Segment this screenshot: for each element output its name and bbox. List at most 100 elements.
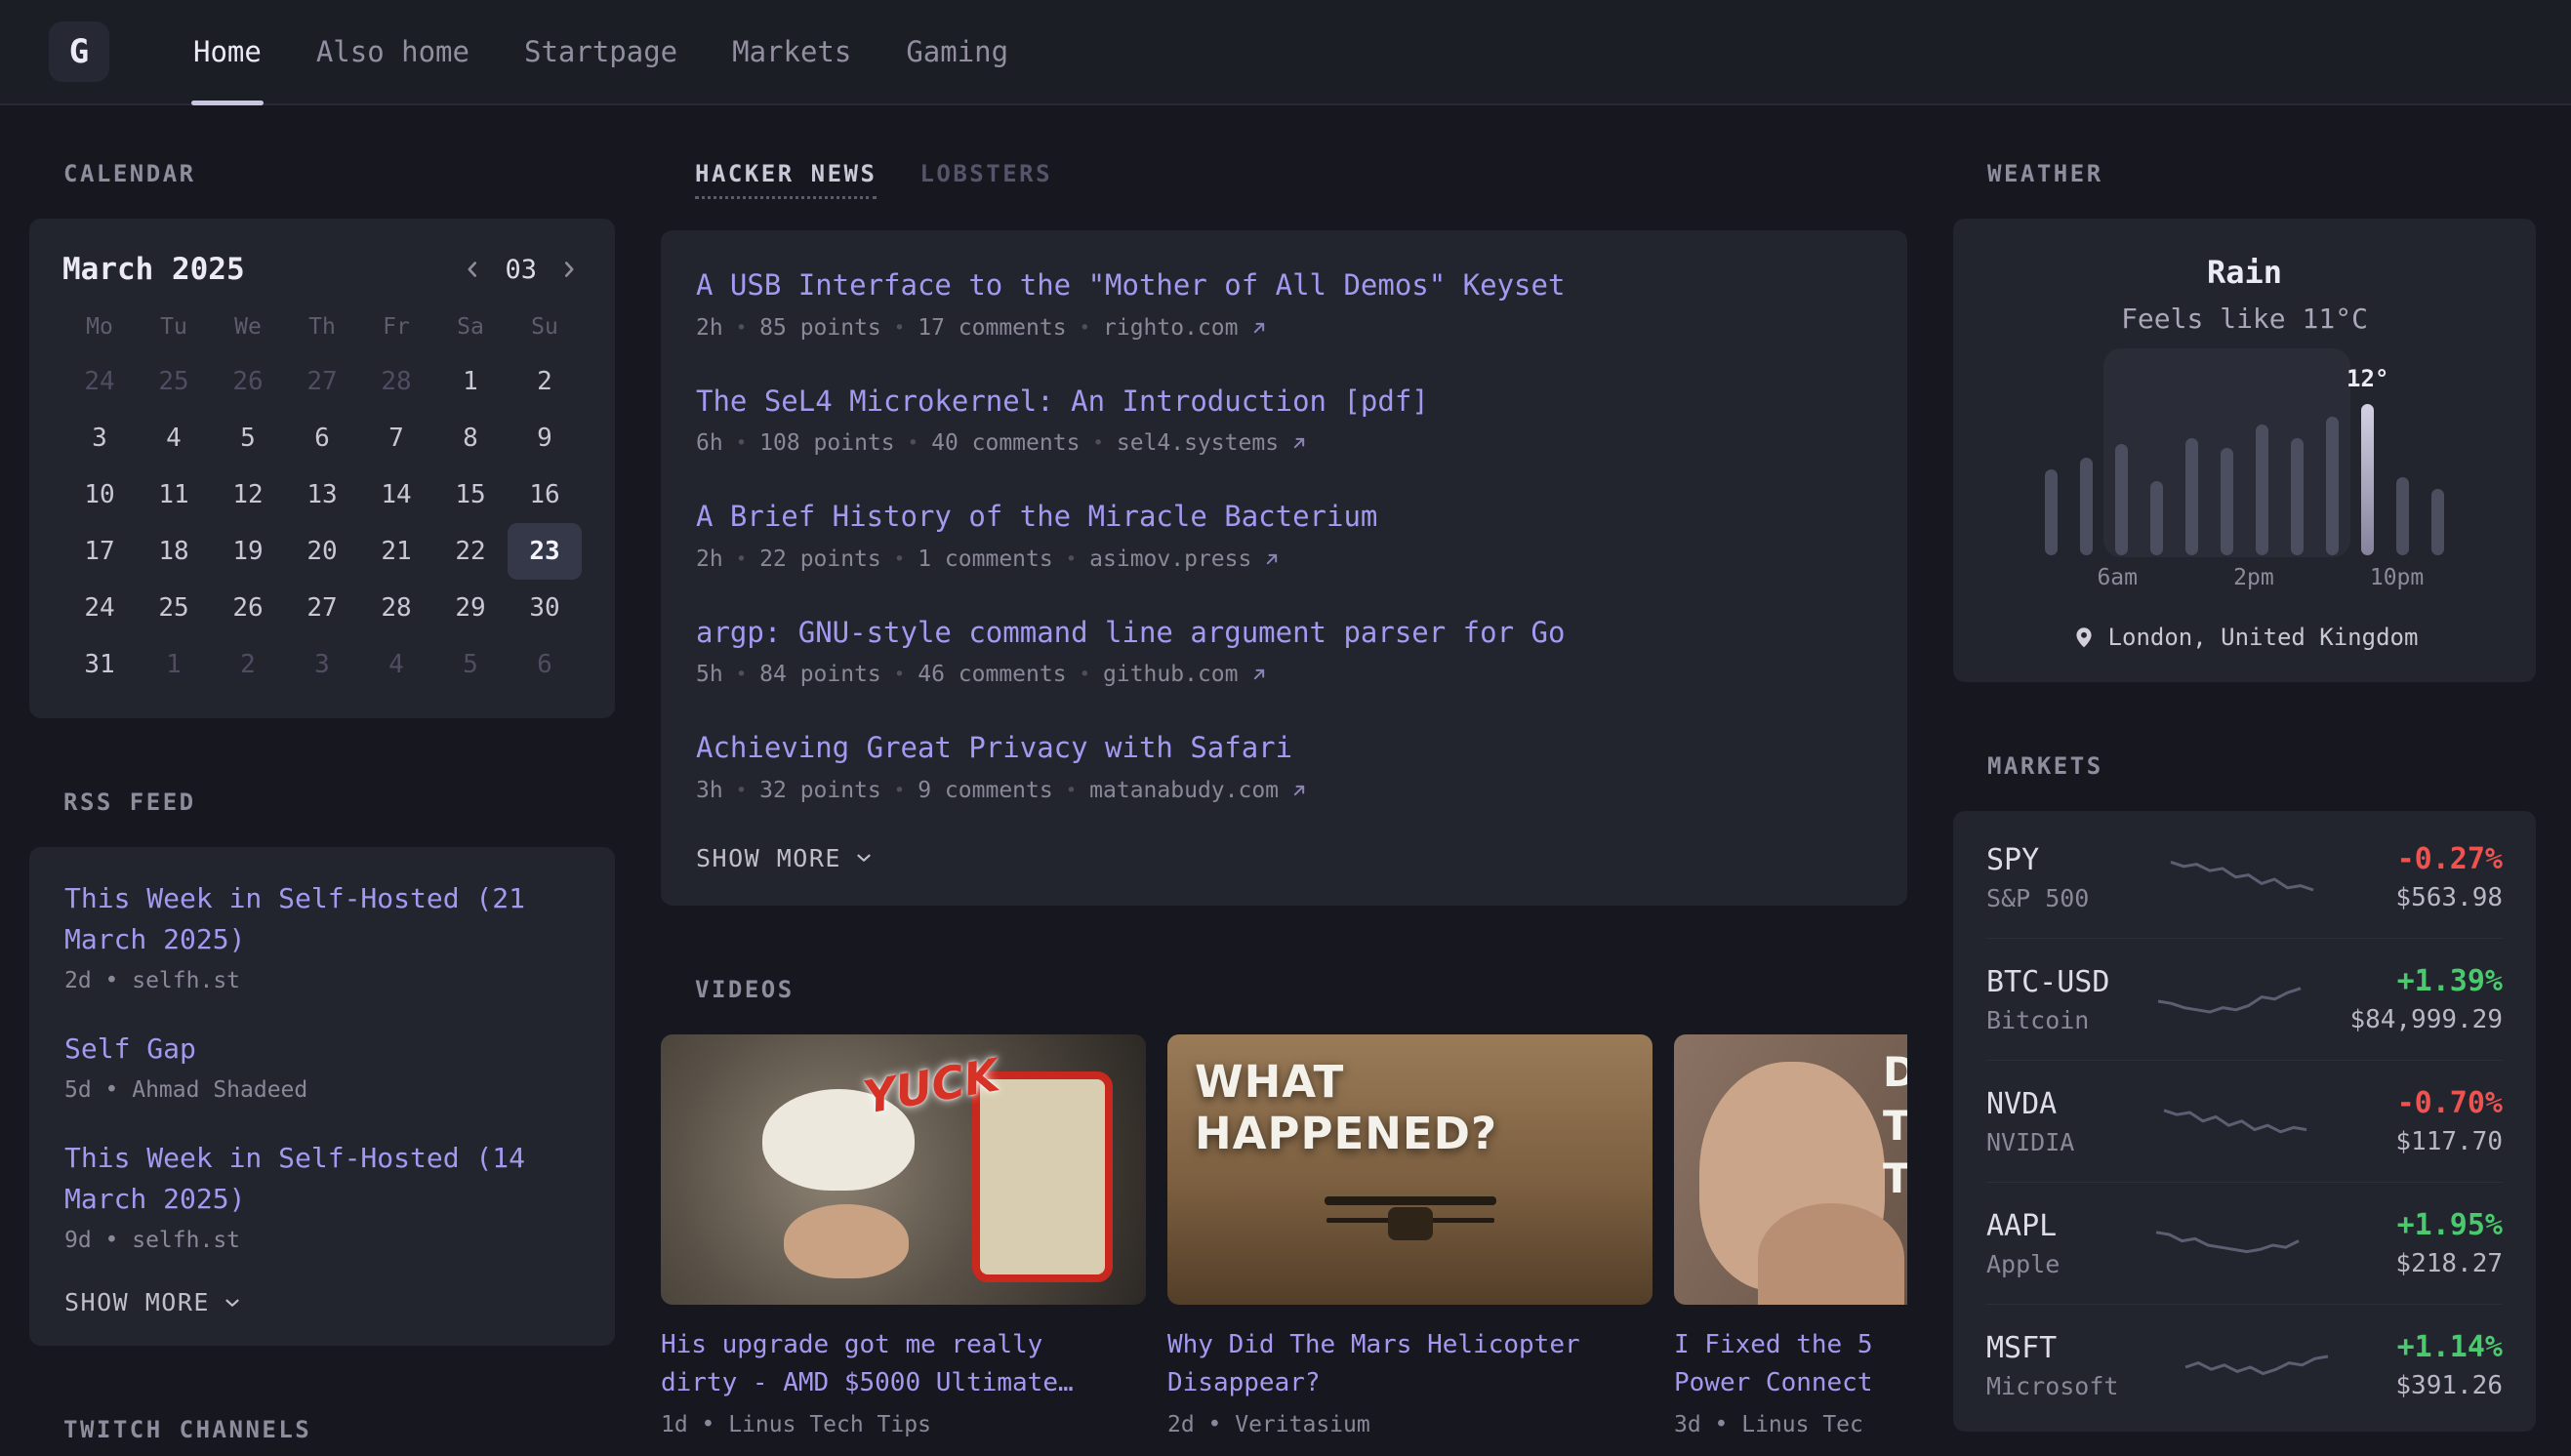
market-row[interactable]: MSFTMicrosoft+1.14%$391.26 (1986, 1304, 2503, 1426)
news-item-title[interactable]: The SeL4 Microkernel: An Introduction [p… (696, 382, 1872, 422)
dashboard: CALENDAR March 2025 03 MoTuWeThFrSaSu (0, 105, 2571, 1456)
thumbnail-overlay-text: WHAT HAPPENED? (1195, 1056, 1653, 1159)
weather-condition: Rain (1988, 254, 2501, 291)
weather-time-label (2424, 565, 2456, 590)
weather-bar (2326, 417, 2339, 555)
market-values: -0.27%$563.98 (2395, 842, 2503, 912)
video-thumbnail[interactable]: YUCK (661, 1034, 1146, 1305)
calendar-day: 30 (508, 580, 582, 636)
weather-time-label (2274, 565, 2306, 590)
calendar-widget: CALENDAR March 2025 03 MoTuWeThFrSaSu (29, 160, 615, 718)
video-thumbnail[interactable]: WHAT HAPPENED? (1167, 1034, 1653, 1305)
market-name: Bitcoin (1986, 1006, 2109, 1034)
news-meta-part: 3h (696, 778, 723, 803)
news-meta-part: 2h (696, 546, 723, 572)
news-show-more-button[interactable]: SHOW MORE (696, 844, 875, 872)
weather-bar-slot (2421, 360, 2456, 555)
rss-show-more-label: SHOW MORE (64, 1288, 210, 1316)
news-item-meta: 2h•22 points•1 comments•asimov.press (696, 546, 1872, 572)
rss-card: This Week in Self-Hosted (21 March 2025)… (29, 847, 615, 1346)
market-row[interactable]: AAPLApple+1.95%$218.27 (1986, 1182, 2503, 1304)
rss-item-title[interactable]: This Week in Self-Hosted (14 March 2025) (64, 1138, 580, 1220)
news-tabs: HACKER NEWS LOBSTERS (695, 160, 1907, 199)
calendar-month-title: March 2025 (62, 252, 245, 287)
video-meta: 3d • Linus Tec (1674, 1412, 1907, 1437)
bullet-separator: • (894, 317, 905, 339)
tab-lobsters[interactable]: LOBSTERS (919, 160, 1052, 199)
video-card[interactable]: WHAT HAPPENED?Why Did The Mars Helicopte… (1167, 1034, 1653, 1437)
video-meta: 2d • Veritasium (1167, 1412, 1653, 1437)
market-identity: MSFTMicrosoft (1986, 1331, 2118, 1400)
market-values: -0.70%$117.70 (2395, 1086, 2503, 1156)
calendar-day: 4 (137, 410, 211, 466)
market-symbol: SPY (1986, 843, 2089, 877)
nav-tab-startpage[interactable]: Startpage (497, 0, 705, 103)
bullet-separator: • (736, 780, 747, 801)
video-card[interactable]: YUCKHis upgrade got me really dirty - AM… (661, 1034, 1146, 1437)
weather-time-label (2306, 565, 2338, 590)
market-sparkline (2169, 852, 2315, 903)
bullet-separator: • (894, 780, 905, 801)
chevron-right-icon (556, 257, 582, 282)
calendar-day: 25 (137, 353, 211, 410)
nav-tab-also-home[interactable]: Also home (289, 0, 497, 103)
rss-item: This Week in Self-Hosted (21 March 2025)… (64, 878, 580, 993)
market-identity: BTC-USDBitcoin (1986, 965, 2109, 1034)
calendar-next-button[interactable] (556, 257, 582, 282)
calendar-day: 24 (62, 353, 137, 410)
app-logo[interactable]: G (49, 21, 109, 82)
nav-tab-home[interactable]: Home (166, 0, 289, 103)
market-price: $117.70 (2395, 1127, 2503, 1156)
market-row[interactable]: SPYS&P 500-0.27%$563.98 (1986, 817, 2503, 938)
calendar-day: 4 (359, 636, 433, 693)
weather-time-labels: 6am2pm10pm (2033, 565, 2456, 590)
calendar-day: 22 (433, 523, 508, 580)
calendar-controls: 03 (460, 255, 582, 285)
rss-show-more-button[interactable]: SHOW MORE (64, 1288, 243, 1316)
news-meta-part: 5h (696, 662, 723, 687)
rss-item-title[interactable]: This Week in Self-Hosted (21 March 2025) (64, 878, 580, 960)
market-price: $563.98 (2395, 883, 2503, 912)
news-meta-part: 32 points (759, 778, 881, 803)
market-row[interactable]: NVDANVIDIA-0.70%$117.70 (1986, 1060, 2503, 1182)
rss-widget: RSS FEED This Week in Self-Hosted (21 Ma… (29, 789, 615, 1346)
weather-widget: WEATHER Rain Feels like 11°C 12° 6am2pm1… (1953, 160, 2536, 682)
market-price: $218.27 (2395, 1249, 2503, 1278)
tab-hacker-news[interactable]: HACKER NEWS (695, 160, 877, 199)
markets-widget: MARKETS SPYS&P 500-0.27%$563.98BTC-USDBi… (1953, 752, 2536, 1432)
news-item-title[interactable]: A USB Interface to the "Mother of All De… (696, 265, 1872, 305)
calendar-weekday: We (211, 306, 285, 353)
news-item-title[interactable]: argp: GNU-style command line argument pa… (696, 613, 1872, 653)
calendar-day: 28 (359, 580, 433, 636)
markets-card: SPYS&P 500-0.27%$563.98BTC-USDBitcoin+1.… (1953, 811, 2536, 1432)
news-list: A USB Interface to the "Mother of All De… (696, 265, 1872, 803)
video-thumbnail[interactable]: DO T T (1674, 1034, 1907, 1305)
news-item-source[interactable]: asimov.press (1089, 546, 1251, 572)
bullet-separator: • (1080, 664, 1090, 685)
nav-tabs: HomeAlso homeStartpageMarketsGaming (166, 0, 1036, 103)
news-item-source[interactable]: matanabudy.com (1089, 778, 1279, 803)
news-item-source[interactable]: github.com (1103, 662, 1238, 687)
rss-item-title[interactable]: Self Gap (64, 1029, 580, 1070)
market-row[interactable]: BTC-USDBitcoin+1.39%$84,999.29 (1986, 938, 2503, 1060)
bullet-separator: • (736, 664, 747, 685)
external-link-icon (1249, 665, 1269, 684)
news-item-title[interactable]: A Brief History of the Miracle Bacterium (696, 497, 1872, 537)
market-symbol: NVDA (1986, 1087, 2074, 1121)
weather-bar-slot (2209, 360, 2244, 555)
calendar-day: 19 (211, 523, 285, 580)
weather-time-label (2138, 565, 2170, 590)
nav-tab-gaming[interactable]: Gaming (878, 0, 1036, 103)
calendar-day: 3 (62, 410, 137, 466)
news-item-source[interactable]: righto.com (1103, 315, 1238, 341)
calendar-day: 12 (211, 466, 285, 523)
nav-tab-markets[interactable]: Markets (705, 0, 878, 103)
news-item-source[interactable]: sel4.systems (1117, 430, 1279, 456)
calendar-day: 31 (62, 636, 137, 693)
calendar-section-title: CALENDAR (63, 160, 615, 187)
news-item-title[interactable]: Achieving Great Privacy with Safari (696, 728, 1872, 768)
calendar-day: 2 (508, 353, 582, 410)
video-card[interactable]: DO T TI Fixed the 5 Power Connect3d • Li… (1674, 1034, 1907, 1437)
rss-item-meta: 2d • selfh.st (64, 968, 580, 993)
calendar-prev-button[interactable] (460, 257, 485, 282)
